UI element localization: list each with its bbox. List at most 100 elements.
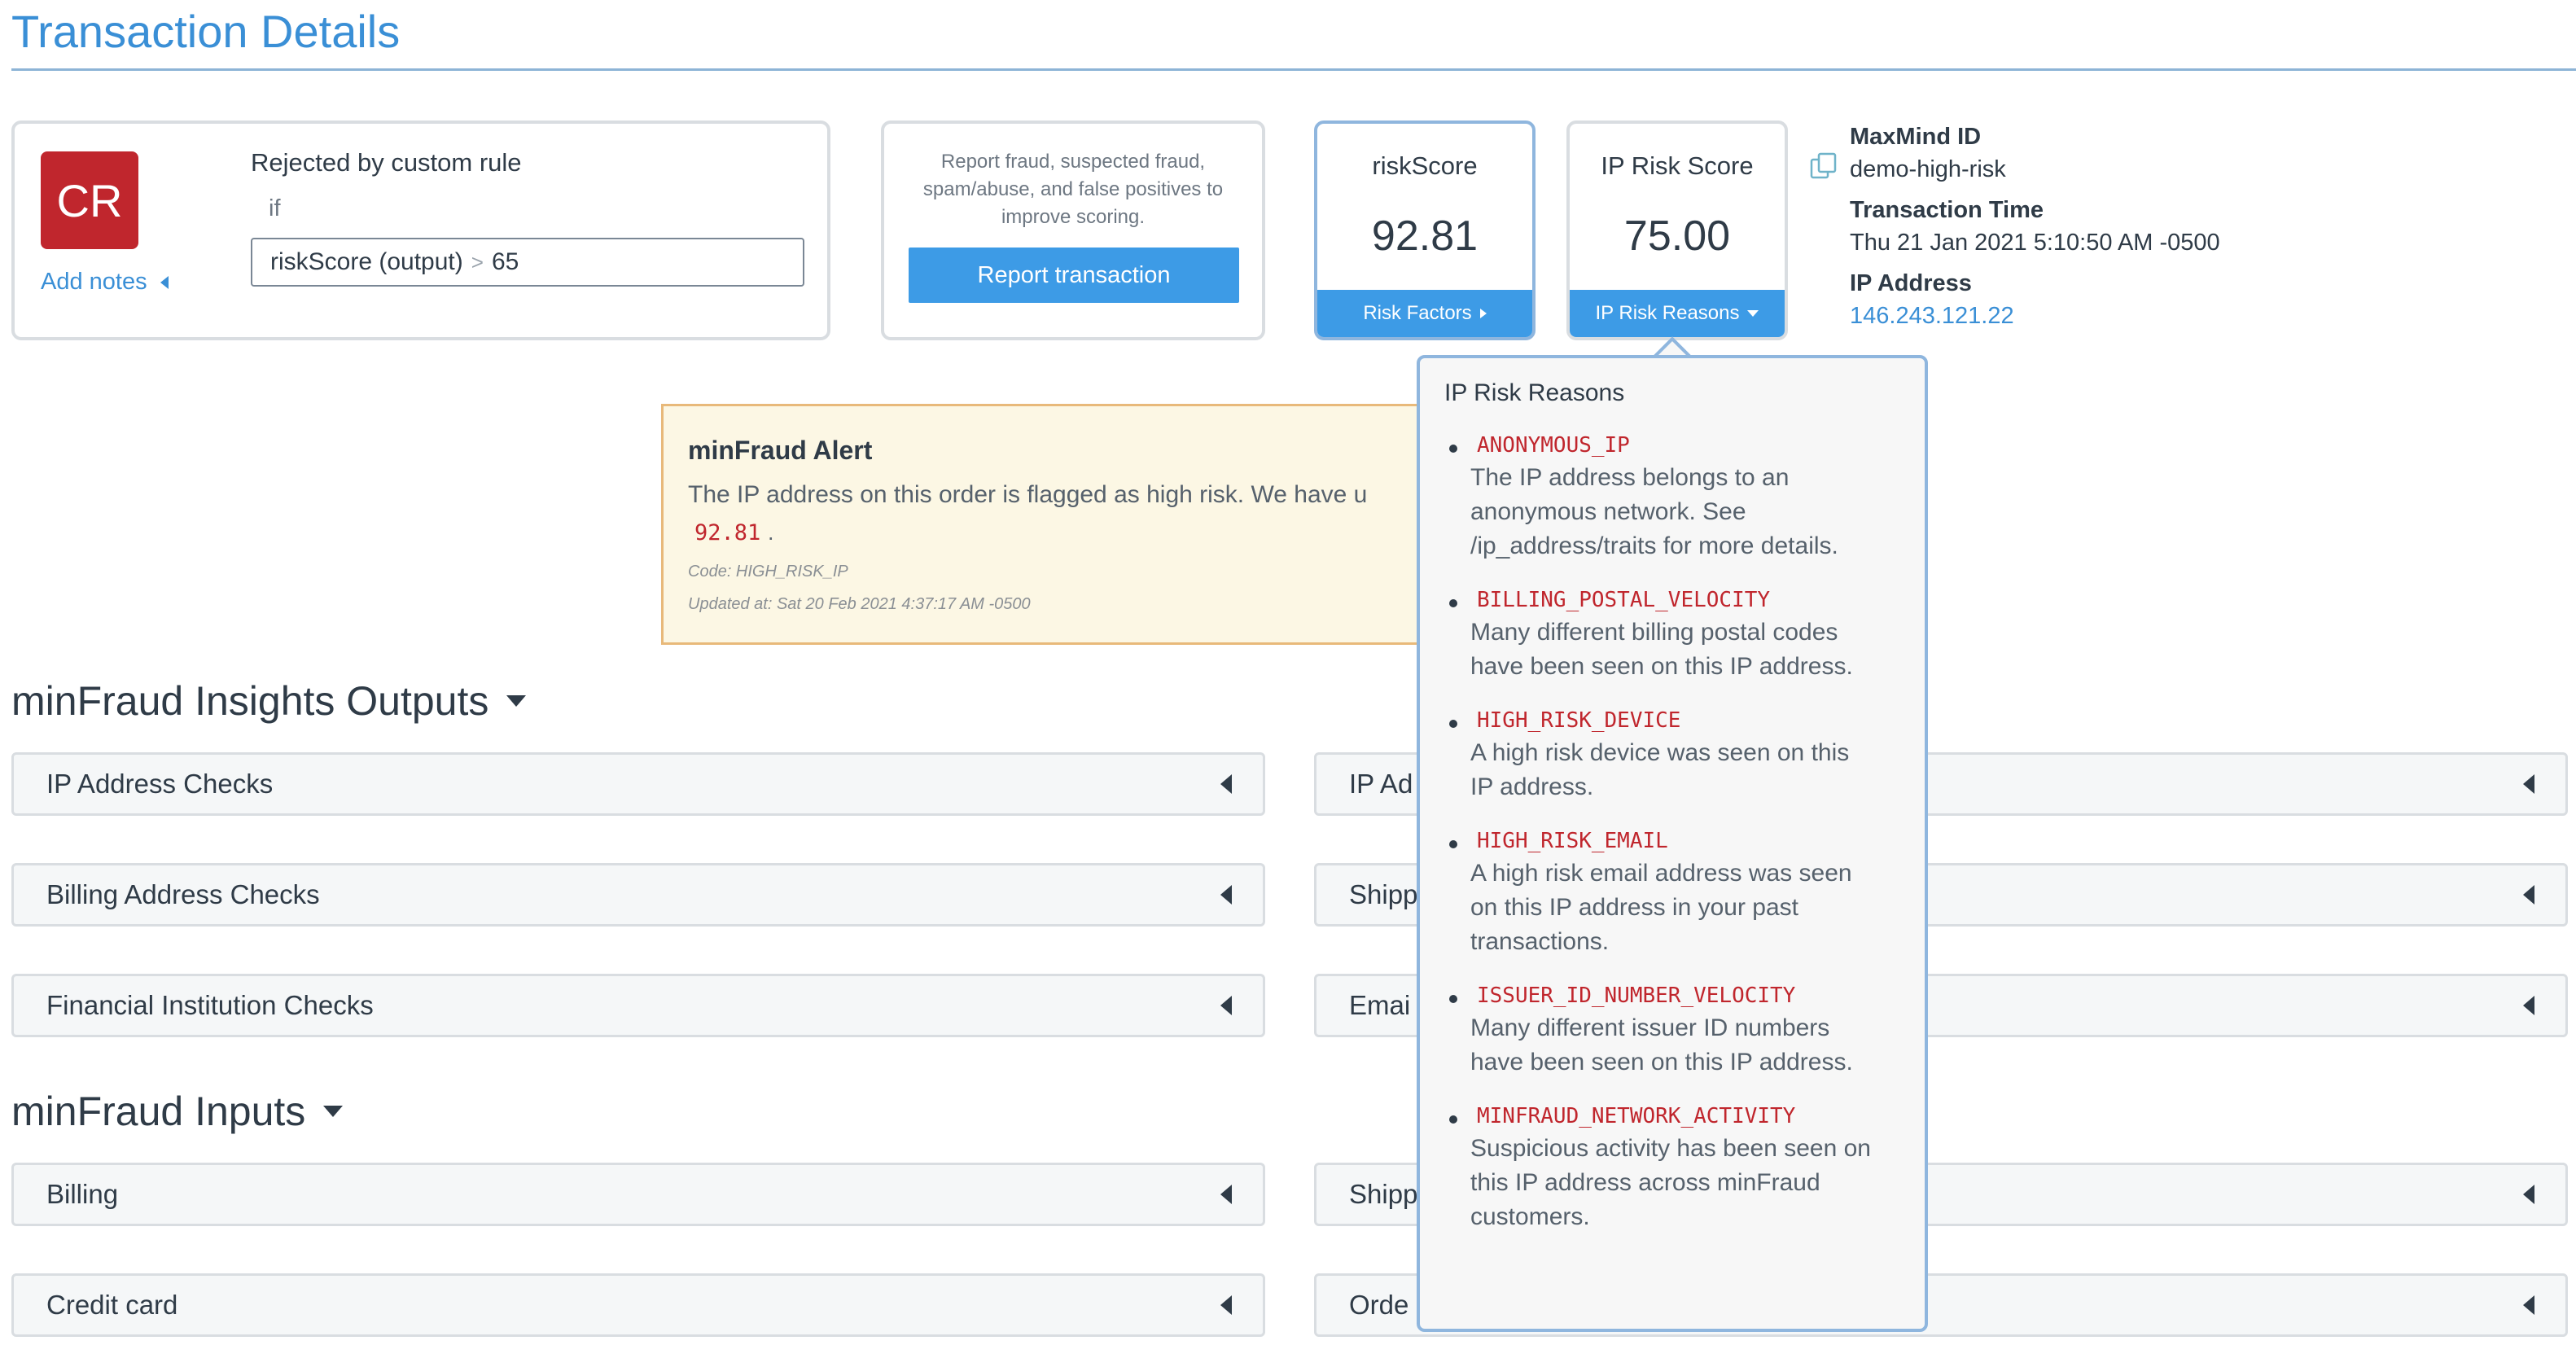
caret-down-icon (506, 695, 527, 707)
list-item: MINFRAUD_NETWORK_ACTIVITY Suspicious act… (1444, 1104, 1917, 1234)
list-item: ANONYMOUS_IP The IP address belongs to a… (1444, 433, 1917, 563)
caret-left-icon (2523, 774, 2534, 794)
accordion-billing[interactable]: Billing (11, 1163, 1265, 1226)
rule-if: if (269, 195, 281, 221)
rule-card: CR Add notes Rejected by custom rule if … (11, 120, 830, 340)
inputs-section-title: minFraud Inputs (11, 1089, 306, 1134)
reason-line: have been seen on this IP address. (1470, 653, 1853, 680)
accordion-label: Shipp (1349, 879, 1418, 909)
ip-address-link[interactable]: 146.243.121.22 (1850, 300, 2338, 332)
rule-condition-value: 65 (491, 248, 519, 275)
risk-score-title: riskScore (1372, 151, 1478, 180)
risk-score-card: riskScore 92.81 Risk Factors (1314, 120, 1536, 340)
alert-text: The IP address on this order is flagged … (688, 481, 1368, 508)
list-item: HIGH_RISK_DEVICE A high risk device was … (1444, 708, 1917, 804)
reason-line: /ip_address/traits for more details. (1470, 532, 1838, 559)
reason-description: The IP address belongs to an anonymous n… (1470, 461, 1917, 563)
accordion-label: Shipp (1349, 1179, 1418, 1209)
list-item: HIGH_RISK_EMAIL A high risk email addres… (1444, 829, 1917, 959)
reason-description: Suspicious activity has been seen on thi… (1470, 1132, 1917, 1234)
insights-section-toggle[interactable]: minFraud Insights Outputs (11, 677, 527, 725)
insights-section-title: minFraud Insights Outputs (11, 678, 489, 724)
transaction-time-label: Transaction Time (1850, 197, 2044, 223)
risk-factors-label: Risk Factors (1363, 302, 1472, 324)
rule-condition: riskScore (output) > 65 (251, 238, 804, 287)
reason-description: A high risk device was seen on this IP a… (1470, 736, 1917, 804)
page-title: Transaction Details (11, 6, 401, 57)
maxmind-id-label: MaxMind ID (1850, 124, 1982, 150)
reason-line: Many different billing postal codes (1470, 619, 1838, 646)
caret-left-icon (1220, 1295, 1232, 1315)
accordion-label: Financial Institution Checks (46, 990, 374, 1020)
list-item: BILLING_POSTAL_VELOCITY Many different b… (1444, 588, 1917, 684)
accordion-billing-address-checks[interactable]: Billing Address Checks (11, 863, 1265, 927)
ip-risk-score-title: IP Risk Score (1601, 151, 1754, 180)
reason-line: have been seen on this IP address. (1470, 1049, 1853, 1076)
reason-line: on this IP address in your past (1470, 894, 1799, 921)
caret-left-icon (2523, 1295, 2534, 1315)
reason-code: BILLING_POSTAL_VELOCITY (1477, 588, 1771, 612)
report-description: Report fraud, suspected fraud, spam/abus… (922, 151, 1224, 228)
reason-code: ISSUER_ID_NUMBER_VELOCITY (1477, 984, 1796, 1008)
accordion-label: Orde (1349, 1290, 1409, 1320)
reason-line: A high risk device was seen on this (1470, 739, 1850, 766)
caret-right-icon (1479, 309, 1487, 318)
add-notes-label: Add notes (41, 269, 147, 295)
reason-description: Many different issuer ID numbers have be… (1470, 1011, 1917, 1080)
reason-code: ANONYMOUS_IP (1477, 433, 1630, 458)
accordion-credit-card[interactable]: Credit card (11, 1273, 1265, 1337)
title-divider (11, 68, 2576, 71)
ip-risk-score-value: 75.00 (1623, 212, 1731, 260)
reason-description: Many different billing postal codes have… (1470, 616, 1917, 684)
ip-risk-reasons-label: IP Risk Reasons (1595, 302, 1740, 324)
ip-risk-score-card: IP Risk Score 75.00 IP Risk Reasons (1566, 120, 1788, 340)
rule-condition-field: riskScore (output) (270, 248, 463, 275)
reason-code: HIGH_RISK_DEVICE (1477, 708, 1681, 733)
alert-score: 92.81 (694, 520, 761, 545)
reason-line: A high risk email address was seen (1470, 860, 1852, 887)
inputs-section-toggle[interactable]: minFraud Inputs (11, 1088, 344, 1135)
report-card: Report fraud, suspected fraud, spam/abus… (881, 120, 1265, 340)
maxmind-id-value: demo-high-risk (1850, 156, 2006, 182)
caret-down-icon (1747, 310, 1759, 317)
accordion-label: Billing Address Checks (46, 879, 320, 909)
ip-address-label: IP Address (1850, 270, 1972, 296)
alert-updated: Updated at: Sat 20 Feb 2021 4:37:17 AM -… (688, 595, 1031, 613)
risk-reasons-list: ANONYMOUS_IP The IP address belongs to a… (1444, 433, 1917, 1259)
avatar: CR (41, 151, 138, 249)
reason-line: The IP address belongs to an (1470, 464, 1790, 491)
reason-description: A high risk email address was seen on th… (1470, 857, 1917, 959)
transaction-meta: MaxMind ID demo-high-risk Transaction Ti… (1850, 120, 2338, 340)
popover-title: IP Risk Reasons (1444, 379, 1625, 406)
accordion-financial-institution-checks[interactable]: Financial Institution Checks (11, 974, 1265, 1037)
reason-line: transactions. (1470, 928, 1610, 955)
report-transaction-button[interactable]: Report transaction (909, 248, 1239, 303)
ip-risk-reasons-popover: IP Risk Reasons ANONYMOUS_IP The IP addr… (1417, 355, 1928, 1332)
caret-left-icon (160, 275, 169, 289)
accordion-label: Billing (46, 1179, 119, 1209)
reason-line: IP address. (1470, 773, 1594, 800)
reason-line: Suspicious activity has been seen on (1470, 1135, 1871, 1162)
caret-left-icon (1220, 996, 1232, 1015)
list-item: ISSUER_ID_NUMBER_VELOCITY Many different… (1444, 984, 1917, 1080)
transaction-time-value: Thu 21 Jan 2021 5:10:50 AM -0500 (1850, 230, 2220, 256)
rule-label: Rejected by custom rule (251, 148, 522, 177)
accordion-ip-address-checks[interactable]: IP Address Checks (11, 752, 1265, 816)
caret-left-icon (2523, 1185, 2534, 1204)
add-notes-link[interactable]: Add notes (41, 269, 169, 296)
alert-code: Code: HIGH_RISK_IP (688, 563, 848, 580)
caret-down-icon (323, 1106, 344, 1117)
accordion-label: Emai (1349, 990, 1411, 1020)
caret-left-icon (1220, 885, 1232, 905)
reason-line: Many different issuer ID numbers (1470, 1014, 1830, 1041)
reason-code: MINFRAUD_NETWORK_ACTIVITY (1477, 1104, 1796, 1128)
accordion-label: Credit card (46, 1290, 178, 1320)
reason-line: this IP address across minFraud (1470, 1169, 1820, 1196)
ip-risk-reasons-button[interactable]: IP Risk Reasons (1570, 290, 1785, 337)
reason-line: anonymous network. See (1470, 498, 1746, 525)
reason-line: customers. (1470, 1203, 1590, 1230)
reason-code: HIGH_RISK_EMAIL (1477, 829, 1668, 853)
copy-icon[interactable] (1809, 151, 1838, 181)
risk-factors-button[interactable]: Risk Factors (1317, 290, 1532, 337)
risk-score-value: 92.81 (1371, 212, 1479, 260)
